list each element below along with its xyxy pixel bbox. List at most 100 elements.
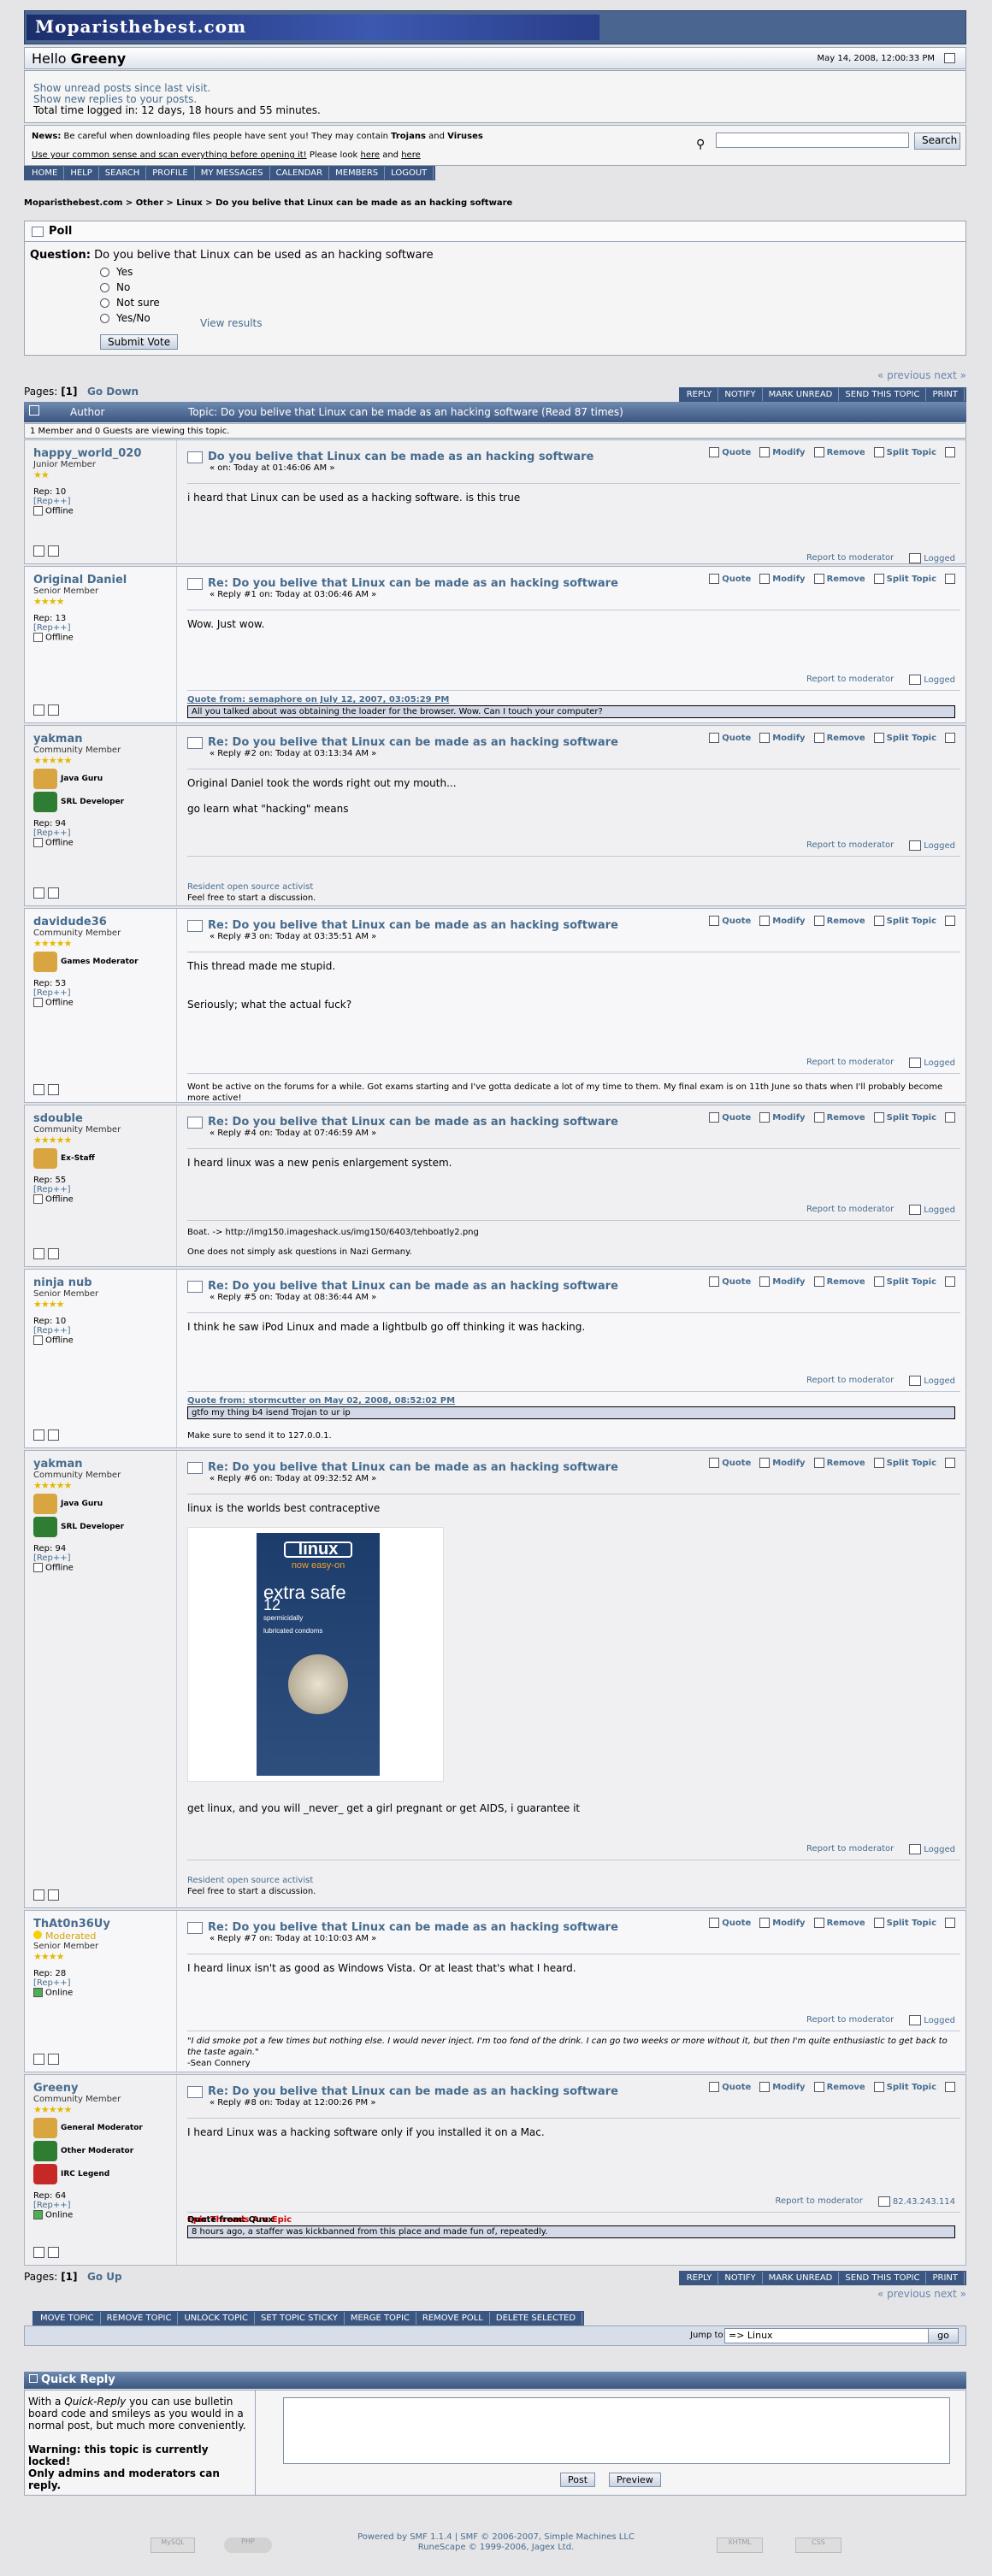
remove-button[interactable]: Remove	[813, 2082, 865, 2092]
report-link[interactable]: Report to moderator	[806, 2015, 894, 2025]
post-title[interactable]: Re: Do you belive that Linux can be made…	[208, 736, 618, 749]
modify-button[interactable]: Modify	[759, 2082, 806, 2092]
report-link[interactable]: Report to moderator	[806, 675, 894, 685]
nav-item[interactable]: MEMBERS	[329, 167, 386, 180]
profile-icon[interactable]	[33, 2247, 44, 2258]
post-title[interactable]: Re: Do you belive that Linux can be made…	[208, 1921, 618, 1934]
report-link[interactable]: Report to moderator	[806, 840, 894, 851]
message-icon[interactable]	[48, 1248, 59, 1259]
profile-icon[interactable]	[33, 704, 44, 716]
split-topic-button[interactable]: Split Topic	[873, 447, 936, 457]
author-name[interactable]: yakman	[33, 733, 168, 746]
rep-plus-link[interactable]: [Rep++]	[33, 1185, 168, 1194]
nav-item[interactable]: CALENDAR	[270, 167, 330, 180]
collapse-icon[interactable]	[944, 53, 955, 63]
mod-button[interactable]: DELETE SELECTED	[490, 2312, 583, 2325]
report-link[interactable]: Report to moderator	[806, 1844, 894, 1854]
poll-option[interactable]: No	[100, 280, 160, 295]
post-button[interactable]: Post	[560, 2473, 596, 2487]
nav-item[interactable]: LOGOUT	[385, 167, 434, 180]
mysql-badge[interactable]: MySQL	[151, 2538, 195, 2553]
modify-button[interactable]: Modify	[759, 574, 806, 584]
author-name[interactable]: yakman	[33, 1458, 168, 1471]
message-icon[interactable]	[48, 1429, 59, 1441]
author-name[interactable]: davidude36	[33, 916, 168, 928]
select-checkbox[interactable]	[945, 574, 955, 584]
nav-item[interactable]: HELP	[64, 167, 99, 180]
rep-plus-link[interactable]: [Rep++]	[33, 828, 168, 838]
remove-button[interactable]: Remove	[813, 574, 865, 584]
post-title[interactable]: Re: Do you belive that Linux can be made…	[208, 577, 618, 590]
preview-button[interactable]: Preview	[609, 2473, 661, 2487]
php-badge[interactable]: PHP	[224, 2538, 272, 2553]
quote-button[interactable]: Quote	[709, 1276, 751, 1287]
select-checkbox[interactable]	[945, 733, 955, 743]
report-link[interactable]: Report to moderator	[806, 553, 894, 563]
select-checkbox[interactable]	[945, 1918, 955, 1928]
topic-button[interactable]: REPLY	[681, 2272, 719, 2284]
modify-button[interactable]: Modify	[759, 1112, 806, 1123]
select-checkbox[interactable]	[945, 2082, 955, 2092]
quote-button[interactable]: Quote	[709, 1918, 751, 1928]
remove-button[interactable]: Remove	[813, 916, 865, 926]
submit-vote-button[interactable]: Submit Vote	[100, 334, 179, 350]
author-name[interactable]: ninja nub	[33, 1276, 168, 1289]
quick-reply-textarea[interactable]	[283, 2397, 950, 2464]
rep-plus-link[interactable]: [Rep++]	[33, 1553, 168, 1563]
search-button[interactable]: Search	[914, 133, 960, 150]
profile-icon[interactable]	[33, 2054, 44, 2065]
poll-option[interactable]: Yes	[100, 264, 160, 280]
site-logo[interactable]: Moparisthebest.com	[27, 15, 599, 40]
modify-button[interactable]: Modify	[759, 916, 806, 926]
mod-button[interactable]: MERGE TOPIC	[345, 2312, 416, 2325]
modify-button[interactable]: Modify	[759, 447, 806, 457]
select-checkbox[interactable]	[945, 447, 955, 457]
mod-button[interactable]: UNLOCK TOPIC	[178, 2312, 256, 2325]
search-input[interactable]	[716, 133, 909, 148]
message-icon[interactable]	[48, 1084, 59, 1095]
report-link[interactable]: Report to moderator	[806, 1376, 894, 1386]
modify-button[interactable]: Modify	[759, 1276, 806, 1287]
split-topic-button[interactable]: Split Topic	[873, 916, 936, 926]
rep-plus-link[interactable]: [Rep++]	[33, 1326, 168, 1335]
jump-select[interactable]: => Linux▾	[724, 2328, 947, 2343]
nav-item[interactable]: PROFILE	[146, 167, 195, 180]
topic-button[interactable]: MARK UNREAD	[763, 2272, 840, 2284]
report-link[interactable]: Report to moderator	[806, 1058, 894, 1068]
rep-plus-link[interactable]: [Rep++]	[33, 988, 168, 998]
message-icon[interactable]	[48, 545, 59, 557]
split-topic-button[interactable]: Split Topic	[873, 733, 936, 743]
split-topic-button[interactable]: Split Topic	[873, 1918, 936, 1928]
nav-item[interactable]: SEARCH	[99, 167, 147, 180]
topic-button[interactable]: NOTIFY	[718, 2272, 763, 2284]
remove-button[interactable]: Remove	[813, 1112, 865, 1123]
author-name[interactable]: sdouble	[33, 1112, 168, 1125]
select-checkbox[interactable]	[945, 1458, 955, 1468]
profile-icon[interactable]	[33, 887, 44, 899]
quote-button[interactable]: Quote	[709, 447, 751, 457]
radio-button[interactable]	[100, 283, 109, 292]
poll-option[interactable]: Not sure	[100, 295, 160, 310]
modify-button[interactable]: Modify	[759, 1918, 806, 1928]
css-badge[interactable]: CSS	[795, 2538, 841, 2553]
xhtml-badge[interactable]: XHTML	[717, 2538, 763, 2553]
mod-button[interactable]: MOVE TOPIC	[34, 2312, 101, 2325]
jump-go-button[interactable]: go	[928, 2328, 959, 2343]
split-topic-button[interactable]: Split Topic	[873, 1276, 936, 1287]
mod-button[interactable]: REMOVE TOPIC	[101, 2312, 179, 2325]
message-icon[interactable]	[48, 704, 59, 716]
topic-button[interactable]: NOTIFY	[718, 388, 763, 401]
topic-button[interactable]: REPLY	[681, 388, 719, 401]
rep-plus-link[interactable]: [Rep++]	[33, 2201, 168, 2210]
author-name[interactable]: ThAt0n36Uy	[33, 1918, 168, 1931]
rep-plus-link[interactable]: [Rep++]	[33, 1978, 168, 1988]
report-link[interactable]: Report to moderator	[806, 1205, 894, 1215]
author-name[interactable]: Greeny	[33, 2082, 168, 2095]
quote-button[interactable]: Quote	[709, 733, 751, 743]
post-title[interactable]: Re: Do you belive that Linux can be made…	[208, 1461, 618, 1474]
post-title[interactable]: Re: Do you belive that Linux can be made…	[208, 1116, 618, 1129]
topic-button[interactable]: MARK UNREAD	[763, 388, 840, 401]
message-icon[interactable]	[48, 2054, 59, 2065]
post-title[interactable]: Re: Do you belive that Linux can be made…	[208, 2085, 618, 2098]
mod-button[interactable]: REMOVE POLL	[416, 2312, 490, 2325]
